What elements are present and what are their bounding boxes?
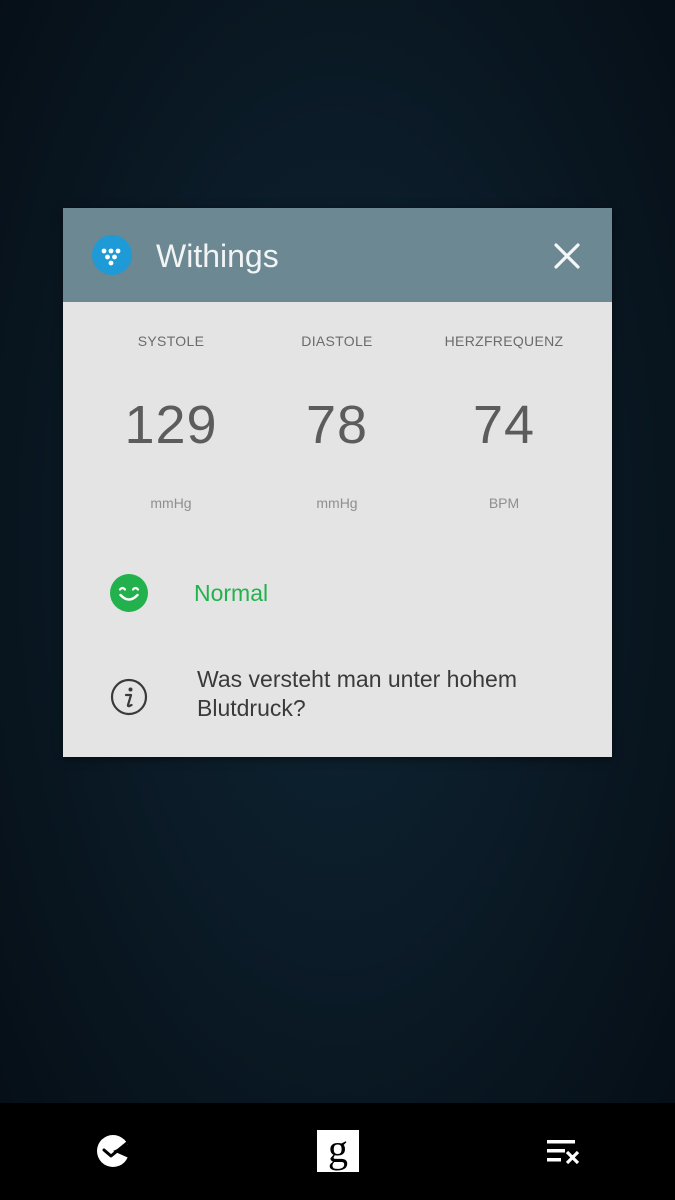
metric-value: 129	[124, 395, 218, 455]
status-row: Normal	[63, 568, 612, 618]
metric-value: 74	[472, 395, 536, 455]
card-header: Withings	[63, 208, 612, 302]
metric-label: HERZFREQUENZ	[444, 333, 564, 349]
bottom-navigation-bar: g	[0, 1103, 675, 1200]
metric-unit: mmHg	[150, 495, 192, 511]
info-icon	[110, 678, 148, 716]
google-icon[interactable]: g	[317, 1129, 359, 1172]
info-link-row[interactable]: Was versteht man unter hohem Blutdruck?	[63, 663, 612, 733]
watch-face-icon[interactable]	[93, 1131, 133, 1171]
smiley-icon	[110, 574, 148, 612]
metric-label: DIASTOLE	[301, 333, 373, 349]
metric-unit: BPM	[488, 495, 520, 511]
metric-value: 78	[305, 395, 369, 455]
app-title: Withings	[156, 238, 279, 274]
close-icon[interactable]	[547, 236, 587, 276]
google-glyph: g	[328, 1126, 348, 1171]
info-link-text[interactable]: Was versteht man unter hohem Blutdruck?	[197, 665, 577, 723]
withings-logo-icon	[92, 235, 132, 275]
metric-label: SYSTOLE	[137, 333, 205, 349]
metric-unit: mmHg	[316, 495, 358, 511]
status-text: Normal	[194, 580, 269, 606]
clear-all-icon[interactable]	[543, 1131, 583, 1171]
withings-notification-card[interactable]: Withings SYSTOLE 129 mmHg DIASTOLE 78 mm…	[63, 208, 612, 757]
